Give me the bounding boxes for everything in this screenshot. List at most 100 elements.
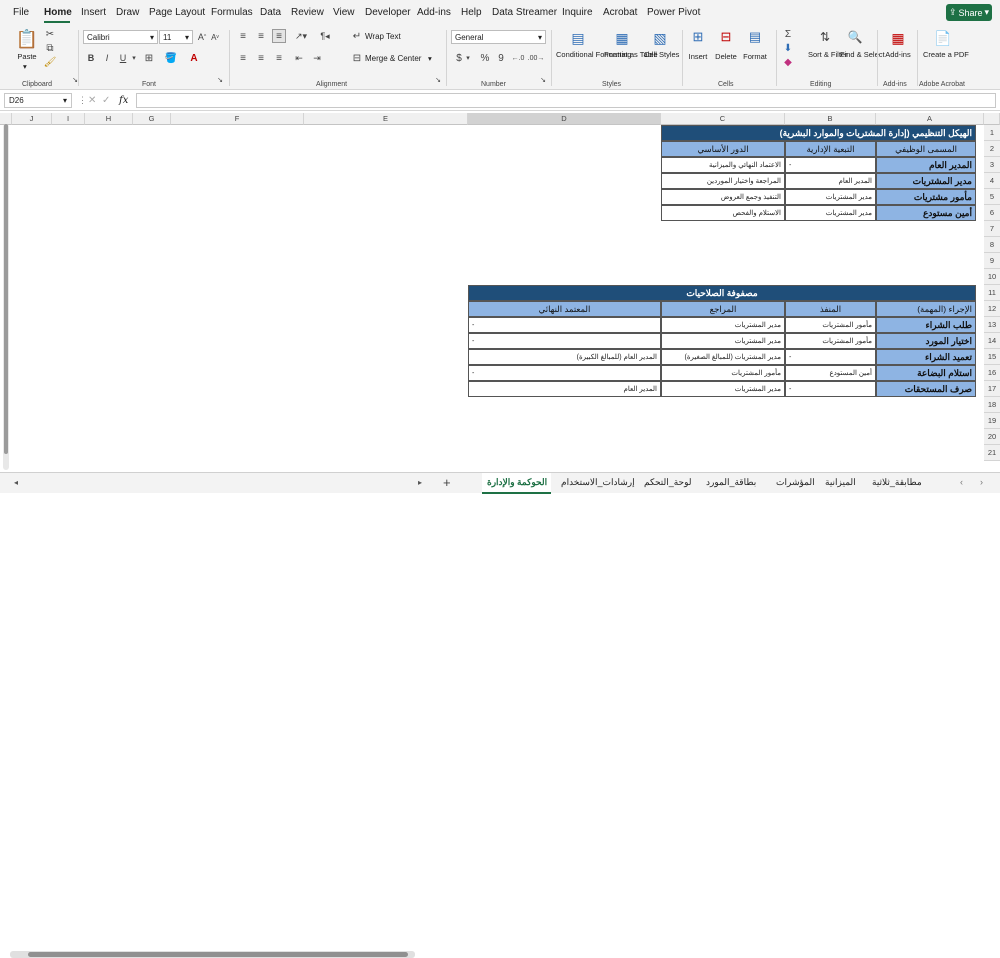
row-header[interactable]: 2 [984, 141, 1000, 157]
org-role[interactable]: الاعتماد النهائي والميزانية [661, 157, 785, 173]
vertical-scrollbar-thumb[interactable] [4, 124, 8, 454]
menu-tab-inquire[interactable]: Inquire [562, 7, 593, 18]
menu-tab-data-streamer[interactable]: Data Streamer [492, 7, 557, 18]
align-middle-icon[interactable]: ≡ [254, 30, 268, 42]
sort-filter-icon[interactable]: ⇅ [816, 28, 834, 46]
align-center-icon[interactable]: ≡ [254, 52, 268, 64]
perm-task[interactable]: استلام البضاعة [876, 365, 976, 381]
number-format-select[interactable]: General ▾ [451, 30, 546, 44]
row-header[interactable]: 9 [984, 253, 1000, 269]
format-as-table-icon[interactable]: ▦ [612, 28, 632, 48]
paste-dropdown-icon[interactable]: ▾ [23, 62, 27, 71]
menu-tab-add-ins[interactable]: Add-ins [417, 7, 451, 18]
menu-tab-view[interactable]: View [333, 7, 355, 18]
sheet-tab-indicators[interactable]: المؤشرات [776, 477, 815, 488]
copy-icon[interactable]: ⧉ [44, 42, 56, 54]
conditional-formatting-button[interactable]: Conditional Formatting [556, 50, 631, 59]
org-header-reporting[interactable]: التبعية الإدارية [785, 141, 876, 157]
insert-cells-icon[interactable]: ⊞ [689, 28, 707, 46]
name-box[interactable]: D26 ▾ [4, 93, 72, 108]
perm-approver[interactable]: المدير العام (للمبالغ الكبيرة) [468, 349, 661, 365]
perm-executor[interactable]: أمين المستودع [785, 365, 876, 381]
font-name-select[interactable]: Calibri ▾ [83, 30, 158, 44]
sheet-tab-dashboard[interactable]: لوحة_التحكم [644, 477, 692, 488]
paste-button[interactable]: Paste [16, 52, 38, 61]
menu-tab-draw[interactable]: Draw [116, 7, 139, 18]
comma-style-button[interactable]: 9 [495, 52, 507, 64]
row-header[interactable]: 8 [984, 237, 1000, 253]
conditional-formatting-icon[interactable]: ▤ [568, 28, 588, 48]
dialog-launcher-icon[interactable]: ↘ [434, 76, 442, 84]
enter-icon[interactable]: ✓ [102, 95, 110, 106]
increase-decimal-icon[interactable]: ←.0 [511, 52, 525, 64]
dialog-launcher-icon[interactable]: ↘ [539, 76, 547, 84]
create-pdf-icon[interactable]: 📄 [933, 28, 953, 48]
wrap-text-button[interactable]: Wrap Text [365, 32, 401, 41]
perm-header-reviewer[interactable]: المراجع [661, 301, 785, 317]
scroll-left-icon[interactable]: ◂ [14, 478, 18, 487]
org-role[interactable]: الاستلام والفحص [661, 205, 785, 221]
perm-header-task[interactable]: الإجراء (المهمة) [876, 301, 976, 317]
org-role[interactable]: المراجعة واختيار الموردين [661, 173, 785, 189]
column-header-i[interactable]: I [52, 113, 85, 125]
org-reporting[interactable]: مدير المشتريات [785, 189, 876, 205]
decrease-indent-icon[interactable]: ⇤ [292, 52, 306, 64]
menu-tab-help[interactable]: Help [461, 7, 482, 18]
perm-reviewer[interactable]: مدير المشتريات [661, 381, 785, 397]
font-size-select[interactable]: 11 ▾ [159, 30, 193, 44]
scroll-right-icon[interactable]: ▸ [418, 478, 422, 487]
cancel-icon[interactable]: ✕ [88, 95, 96, 106]
org-reporting[interactable]: - [785, 157, 876, 173]
create-pdf-button[interactable]: Create a PDF [923, 50, 969, 59]
borders-icon[interactable]: ⊞ [142, 52, 156, 64]
column-header-b[interactable]: B [785, 113, 876, 125]
sheet-tab-three-way-match[interactable]: مطابقة_ثلاثية [872, 477, 922, 488]
decrease-font-icon[interactable]: Av [209, 30, 221, 44]
next-sheet-icon[interactable]: › [980, 477, 983, 487]
column-header-f[interactable]: F [171, 113, 304, 125]
merge-center-icon[interactable]: ⊟ [351, 52, 363, 64]
row-header[interactable]: 17 [984, 381, 1000, 397]
org-table-title[interactable]: الهيكل التنظيمي (إدارة المشتريات والموار… [661, 125, 976, 141]
perm-table-title[interactable]: مصفوفة الصلاحيات [468, 285, 976, 301]
align-left-icon[interactable]: ≡ [236, 52, 250, 64]
decrease-decimal-icon[interactable]: .00→ [528, 52, 545, 64]
sheet-tab-usage-guide[interactable]: إرشادات_الاستخدام [561, 477, 635, 488]
perm-task[interactable]: اختيار المورد [876, 333, 976, 349]
menu-tab-data[interactable]: Data [260, 7, 281, 18]
row-header[interactable]: 16 [984, 365, 1000, 381]
clear-icon[interactable]: ◆ [781, 56, 795, 68]
menu-tab-power-pivot[interactable]: Power Pivot [647, 7, 700, 18]
perm-executor[interactable]: - [785, 381, 876, 397]
format-painter-icon[interactable]: 🖌 [44, 56, 57, 68]
chevron-down-icon[interactable]: ▾ [130, 52, 138, 64]
merge-center-button[interactable]: Merge & Center [365, 54, 421, 63]
add-ins-icon[interactable]: ▦ [888, 28, 908, 48]
align-right-icon[interactable]: ≡ [272, 52, 286, 64]
row-header[interactable]: 10 [984, 269, 1000, 285]
menu-tab-developer[interactable]: Developer [365, 7, 411, 18]
perm-reviewer[interactable]: مدير المشتريات [661, 333, 785, 349]
row-header[interactable]: 15 [984, 349, 1000, 365]
delete-cells-button[interactable]: Delete [713, 52, 739, 61]
sheet-tab-budget[interactable]: الميزانية [825, 477, 856, 488]
column-header-c[interactable]: C [661, 113, 785, 125]
formula-input[interactable] [136, 93, 996, 108]
find-select-icon[interactable]: 🔍 [846, 28, 864, 46]
row-header[interactable]: 13 [984, 317, 1000, 333]
rtl-direction-icon[interactable]: ¶◂ [318, 30, 332, 42]
perm-approver[interactable]: - [468, 317, 661, 333]
worksheet-grid[interactable]: J I H G F E D C B A 1 2 3 4 5 6 7 8 9 10… [0, 111, 1000, 471]
align-bottom-icon[interactable]: ≡ [272, 29, 286, 43]
cut-icon[interactable]: ✂ [44, 28, 56, 40]
row-header[interactable]: 18 [984, 397, 1000, 413]
column-header-a[interactable]: A [876, 113, 984, 125]
perm-reviewer[interactable]: مدير المشتريات (للمبالغ الصغيرة) [661, 349, 785, 365]
paste-icon[interactable]: 📋 [16, 28, 38, 50]
select-all-corner[interactable] [984, 113, 1000, 125]
row-header[interactable]: 20 [984, 429, 1000, 445]
percent-button[interactable]: % [479, 52, 491, 64]
perm-executor[interactable]: - [785, 349, 876, 365]
org-job-title[interactable]: مأمور مشتريات [876, 189, 976, 205]
chevron-down-icon[interactable]: ▾ [464, 52, 472, 64]
